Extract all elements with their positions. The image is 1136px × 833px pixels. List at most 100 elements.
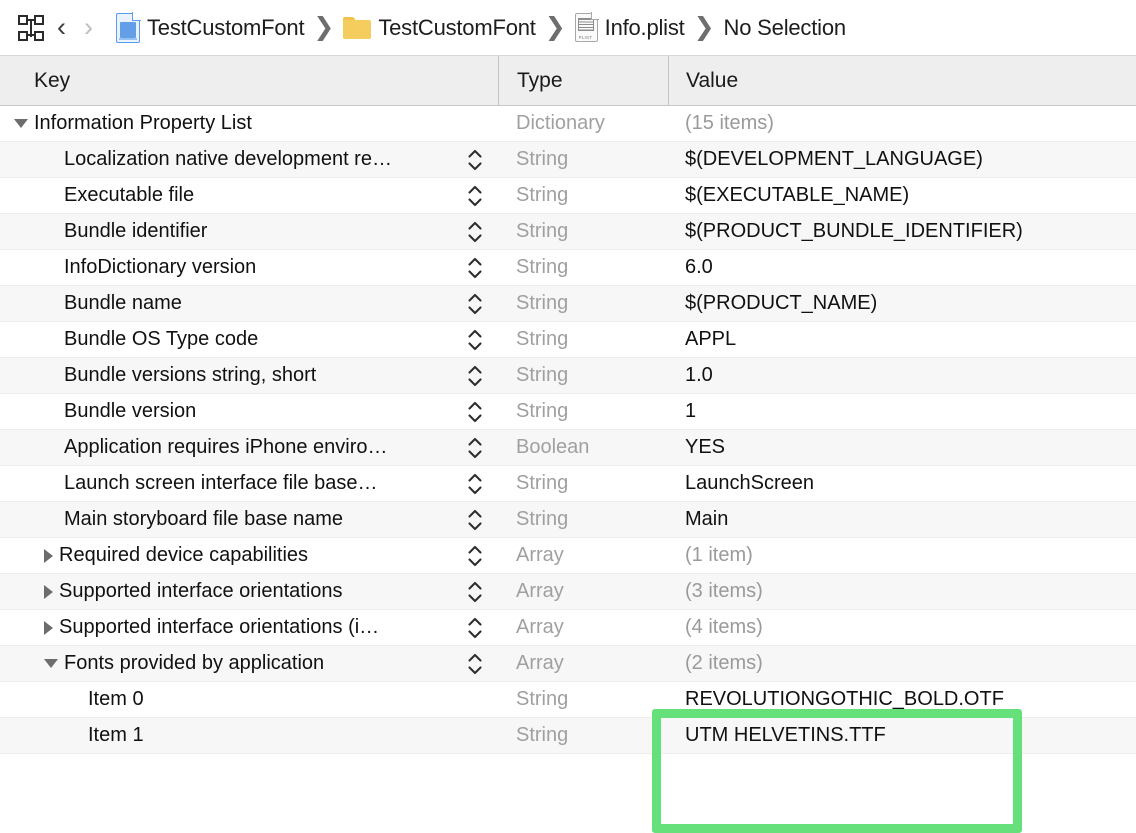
column-header-key[interactable]: Key [0, 56, 498, 105]
cell-key[interactable]: Launch screen interface file base… [0, 466, 498, 501]
type-stepper-icon[interactable] [466, 399, 484, 425]
cell-value[interactable]: APPL [668, 328, 1136, 351]
table-row[interactable]: Executable file String $(EXECUTABLE_NAME) [0, 178, 1136, 214]
table-row[interactable]: Supported interface orientations Array (3 … [0, 574, 1136, 610]
breadcrumb-item-selection[interactable]: No Selection [724, 15, 847, 41]
type-stepper-icon[interactable] [466, 219, 484, 245]
cell-type[interactable]: Array [498, 580, 668, 603]
cell-key[interactable]: Fonts provided by application [0, 646, 498, 681]
disclosure-triangle-closed-icon[interactable] [44, 584, 53, 599]
table-row[interactable]: Item 1 String UTM HELVETINS.TTF [0, 718, 1136, 754]
cell-value[interactable]: (4 items) [668, 616, 1136, 639]
type-stepper-icon[interactable] [466, 291, 484, 317]
column-header-value[interactable]: Value [668, 56, 1136, 105]
cell-value[interactable]: (15 items) [668, 112, 1136, 135]
table-row[interactable]: Launch screen interface file base… String… [0, 466, 1136, 502]
cell-type[interactable]: String [498, 364, 668, 387]
cell-value[interactable]: 6.0 [668, 256, 1136, 279]
cell-value[interactable]: REVOLUTIONGOTHIC_BOLD.OTF [668, 688, 1136, 711]
cell-type[interactable]: String [498, 472, 668, 495]
cell-type[interactable]: String [498, 148, 668, 171]
cell-key[interactable]: Supported interface orientations [0, 574, 498, 609]
table-row[interactable]: Localization native development re… Strin… [0, 142, 1136, 178]
cell-value[interactable]: $(EXECUTABLE_NAME) [668, 184, 1136, 207]
type-stepper-icon[interactable] [466, 363, 484, 389]
cell-key[interactable]: Item 0 [0, 682, 498, 717]
table-row[interactable]: Item 0 String REVOLUTIONGOTHIC_BOLD.OTF [0, 682, 1136, 718]
cell-type[interactable]: String [498, 220, 668, 243]
back-button[interactable]: ‹ [48, 14, 75, 41]
cell-type[interactable]: String [498, 328, 668, 351]
type-stepper-icon[interactable] [466, 183, 484, 209]
cell-key[interactable]: Application requires iPhone enviro… [0, 430, 498, 465]
table-row[interactable]: Bundle identifier String $(PRODUCT_BUNDLE_… [0, 214, 1136, 250]
cell-type[interactable]: Array [498, 616, 668, 639]
type-stepper-icon[interactable] [466, 507, 484, 533]
cell-type[interactable]: Dictionary [498, 112, 668, 135]
type-stepper-icon[interactable] [466, 651, 484, 677]
type-stepper-icon[interactable] [466, 471, 484, 497]
cell-type[interactable]: Boolean [498, 436, 668, 459]
table-row[interactable]: Information Property List Dictionary (15 i… [0, 106, 1136, 142]
navigator-toggle-button[interactable] [14, 11, 48, 45]
cell-value[interactable]: (3 items) [668, 580, 1136, 603]
table-row[interactable]: Bundle versions string, short String 1.0 [0, 358, 1136, 394]
cell-type[interactable]: String [498, 184, 668, 207]
cell-type[interactable]: String [498, 688, 668, 711]
cell-type[interactable]: Array [498, 652, 668, 675]
disclosure-triangle-closed-icon[interactable] [44, 620, 53, 635]
cell-key[interactable]: Bundle version [0, 394, 498, 429]
cell-value[interactable]: $(PRODUCT_NAME) [668, 292, 1136, 315]
cell-key[interactable]: Executable file [0, 178, 498, 213]
cell-key[interactable]: Main storyboard file base name [0, 502, 498, 537]
cell-value[interactable]: 1.0 [668, 364, 1136, 387]
cell-type[interactable]: String [498, 724, 668, 747]
disclosure-triangle-open-icon[interactable] [14, 119, 28, 128]
cell-value[interactable]: UTM HELVETINS.TTF [668, 724, 1136, 747]
table-row[interactable]: Fonts provided by application Array (2 ite… [0, 646, 1136, 682]
cell-key[interactable]: Required device capabilities [0, 538, 498, 573]
cell-type[interactable]: String [498, 256, 668, 279]
cell-value[interactable]: $(DEVELOPMENT_LANGUAGE) [668, 148, 1136, 171]
table-row[interactable]: Bundle OS Type code String APPL [0, 322, 1136, 358]
cell-type[interactable]: String [498, 292, 668, 315]
table-row[interactable]: Main storyboard file base name String Main [0, 502, 1136, 538]
cell-value[interactable]: LaunchScreen [668, 472, 1136, 495]
cell-key[interactable]: Item 1 [0, 718, 498, 753]
cell-value[interactable]: (1 item) [668, 544, 1136, 567]
table-row[interactable]: Bundle version String 1 [0, 394, 1136, 430]
table-row[interactable]: Required device capabilities Array (1 item… [0, 538, 1136, 574]
cell-value[interactable]: 1 [668, 400, 1136, 423]
type-stepper-icon[interactable] [466, 147, 484, 173]
cell-key[interactable]: Bundle identifier [0, 214, 498, 249]
type-stepper-icon[interactable] [466, 543, 484, 569]
table-row[interactable]: Application requires iPhone enviro… Boole… [0, 430, 1136, 466]
cell-key[interactable]: Bundle name [0, 286, 498, 321]
table-row[interactable]: InfoDictionary version String 6.0 [0, 250, 1136, 286]
breadcrumb-item-folder[interactable]: TestCustomFont [343, 15, 536, 41]
cell-key[interactable]: Supported interface orientations (i… [0, 610, 498, 645]
breadcrumb-item-file[interactable]: PLIST Info.plist [574, 12, 685, 42]
type-stepper-icon[interactable] [466, 579, 484, 605]
disclosure-triangle-open-icon[interactable] [44, 659, 58, 668]
disclosure-triangle-closed-icon[interactable] [44, 548, 53, 563]
forward-button[interactable]: › [75, 14, 102, 41]
cell-key[interactable]: InfoDictionary version [0, 250, 498, 285]
cell-key[interactable]: Bundle OS Type code [0, 322, 498, 357]
column-header-type[interactable]: Type [498, 56, 668, 105]
cell-value[interactable]: Main [668, 508, 1136, 531]
cell-value[interactable]: (2 items) [668, 652, 1136, 675]
cell-value[interactable]: $(PRODUCT_BUNDLE_IDENTIFIER) [668, 220, 1136, 243]
cell-type[interactable]: Array [498, 544, 668, 567]
cell-key[interactable]: Localization native development re… [0, 142, 498, 177]
cell-value[interactable]: YES [668, 436, 1136, 459]
type-stepper-icon[interactable] [466, 615, 484, 641]
breadcrumb-item-project[interactable]: TestCustomFont [116, 11, 305, 43]
table-row[interactable]: Supported interface orientations (i… Arra… [0, 610, 1136, 646]
cell-key[interactable]: Information Property List [0, 106, 498, 141]
table-row[interactable]: Bundle name String $(PRODUCT_NAME) [0, 286, 1136, 322]
cell-type[interactable]: String [498, 508, 668, 531]
type-stepper-icon[interactable] [466, 255, 484, 281]
cell-type[interactable]: String [498, 400, 668, 423]
type-stepper-icon[interactable] [466, 327, 484, 353]
